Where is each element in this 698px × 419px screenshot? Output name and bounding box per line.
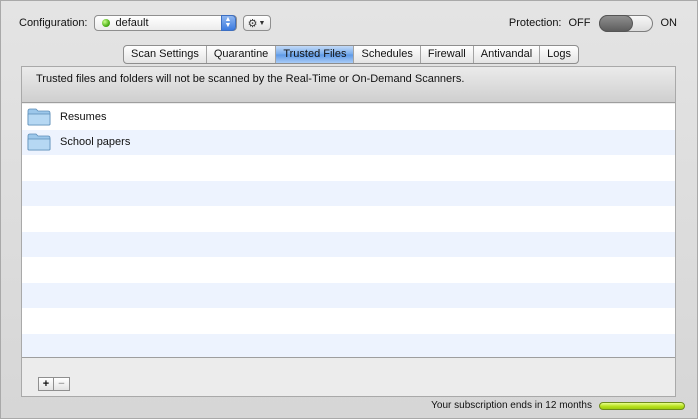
list-item[interactable]: School papers <box>22 129 675 155</box>
protection-on-label: ON <box>660 17 678 29</box>
toggle-knob[interactable] <box>598 14 633 32</box>
empty-row <box>22 180 675 206</box>
empty-row <box>22 257 675 283</box>
gear-icon: ⚙ <box>247 17 258 30</box>
subscription-text: Your subscription ends in 12 months <box>431 400 592 411</box>
configuration-value: default <box>115 17 149 29</box>
list-item[interactable]: Resumes <box>22 104 675 130</box>
add-button[interactable]: + <box>38 377 54 391</box>
folder-icon <box>27 108 51 126</box>
item-name: School papers <box>60 136 131 149</box>
empty-row <box>22 308 675 334</box>
trusted-list: Resumes School papers <box>22 104 675 358</box>
list-buttons: + − <box>38 377 70 391</box>
subscription-progress-bar <box>599 401 685 410</box>
empty-row <box>22 155 675 181</box>
select-arrows-icon: ▲ ▼ <box>220 15 236 31</box>
configuration-label: Configuration: <box>19 17 88 29</box>
empty-row <box>22 231 675 257</box>
empty-row <box>22 206 675 232</box>
tab-trusted-files[interactable]: Trusted Files <box>276 46 355 63</box>
status-dot-icon <box>101 19 110 27</box>
gear-menu-button[interactable]: ⚙ ▼ <box>242 15 271 31</box>
tab-quarantine[interactable]: Quarantine <box>207 46 277 63</box>
configuration-select[interactable]: default ▲ ▼ <box>93 15 237 31</box>
preferences-window: Configuration: default ▲ ▼ ⚙ ▼ Protection:… <box>0 0 698 419</box>
chevron-down-icon: ▼ <box>258 19 266 27</box>
subscription-status: Your subscription ends in 12 months <box>431 400 685 411</box>
tab-bar: Scan Settings Quarantine Trusted Files S… <box>123 45 579 64</box>
protection-control: Protection: OFF ON <box>509 14 677 32</box>
tab-firewall[interactable]: Firewall <box>421 46 474 63</box>
tab-scan-settings[interactable]: Scan Settings <box>124 46 207 63</box>
protection-toggle[interactable] <box>598 14 653 32</box>
remove-button[interactable]: − <box>54 377 70 391</box>
tab-antivandal[interactable]: Antivandal <box>474 46 541 63</box>
tab-logs[interactable]: Logs <box>540 46 578 63</box>
empty-row <box>22 333 675 357</box>
tab-schedules[interactable]: Schedules <box>354 46 421 63</box>
item-name: Resumes <box>60 110 107 123</box>
protection-off-label: OFF <box>568 17 591 29</box>
folder-icon <box>27 133 51 151</box>
empty-row <box>22 282 675 308</box>
protection-label: Protection: <box>508 17 562 29</box>
configuration-row: Configuration: default ▲ ▼ ⚙ ▼ <box>19 14 271 32</box>
trusted-files-panel: Trusted files and folders will not be sc… <box>21 66 676 397</box>
info-bar: Trusted files and folders will not be sc… <box>22 67 675 103</box>
